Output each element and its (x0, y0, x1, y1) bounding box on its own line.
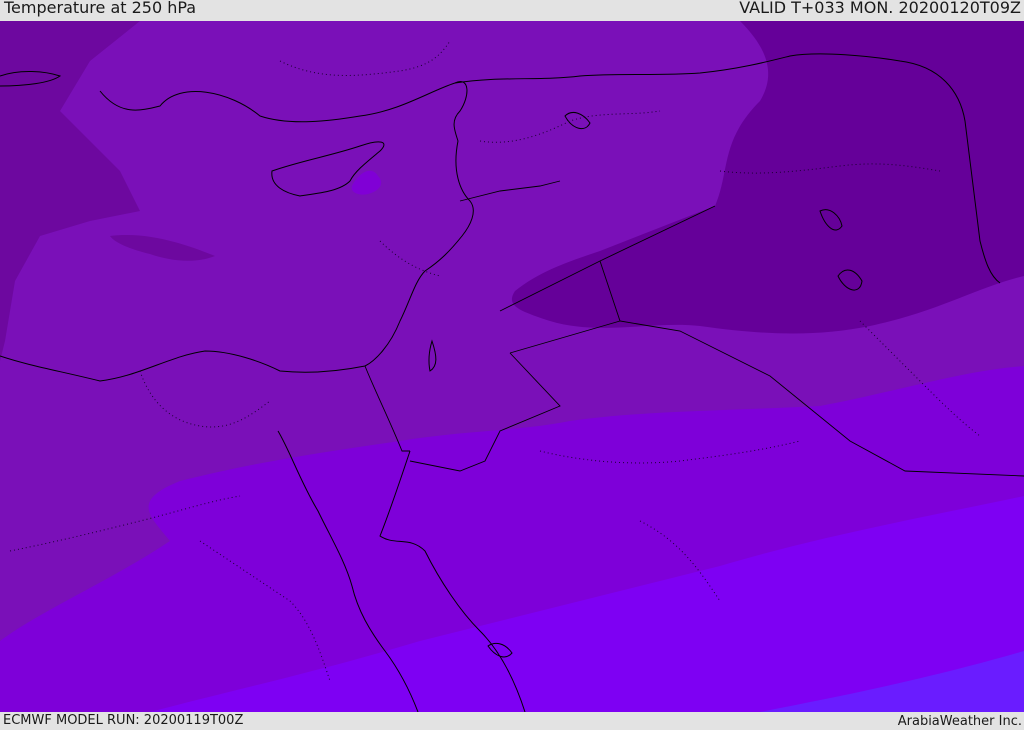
weather-map[interactable] (0, 21, 1024, 712)
temperature-field (0, 21, 1024, 712)
title-bar: Temperature at 250 hPa VALID T+033 MON. … (0, 0, 1024, 21)
credit-label: ArabiaWeather Inc. (897, 714, 1022, 729)
map-title: Temperature at 250 hPa (4, 0, 197, 17)
valid-time: VALID T+033 MON. 20200120T09Z (739, 0, 1021, 17)
model-run-label: ECMWF MODEL RUN: 20200119T00Z (3, 713, 244, 728)
footer-bar: ECMWF MODEL RUN: 20200119T00Z ArabiaWeat… (0, 712, 1024, 729)
